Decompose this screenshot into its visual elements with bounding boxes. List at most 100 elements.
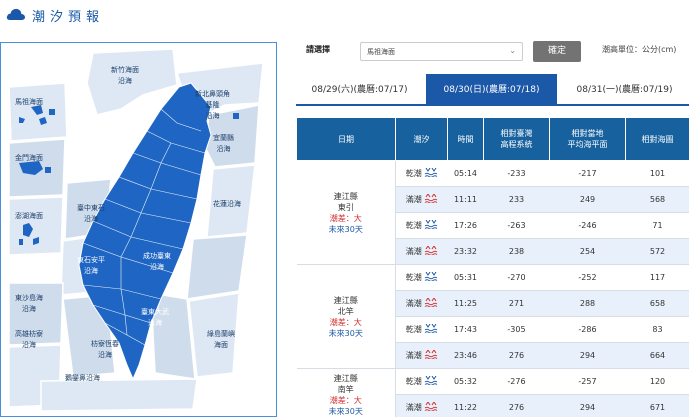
zone-label-keelung: 新北鼻頭角 基隆 沿海 <box>195 90 230 120</box>
tide-type-cell-text: 乾潮 <box>405 377 422 386</box>
header-msl: 相對當地 平均海平面 <box>549 117 626 161</box>
tide-type-cell: 滿潮 <box>395 342 448 369</box>
twvd-cell-text: 271 <box>508 299 525 308</box>
time-cell-text: 11:22 <box>453 403 478 412</box>
tide-type-cell-text: 滿潮 <box>405 299 422 308</box>
zone-label-anping: 東石安平 沿海 <box>77 256 105 275</box>
station-selector-bar: 請選擇 馬祖海面 ⌄ 確定 潮高單位：公分(cm) <box>296 40 700 64</box>
msl-cell-text: 254 <box>579 247 596 256</box>
tab-date-0830[interactable]: 08/30(日)(農曆:07/18) <box>426 74 557 106</box>
chart-datum-cell: 568 <box>625 186 689 213</box>
chart-datum-cell-text: 101 <box>649 169 666 178</box>
tide-type-cell: 滿潮 <box>395 290 448 317</box>
time-cell-text: 17:26 <box>453 221 478 230</box>
tide-type-cell: 滿潮 <box>395 238 448 265</box>
zone-label-kinmen: 金門海面 <box>15 154 43 162</box>
twvd-cell: -276 <box>483 368 550 395</box>
future-30-days-link[interactable]: 未來30天 <box>297 328 396 339</box>
twvd-cell: -270 <box>483 264 550 291</box>
msl-cell-text: 294 <box>579 351 596 360</box>
tide-type-cell: 滿潮 <box>395 186 448 213</box>
msl-cell-text: -217 <box>578 169 597 178</box>
confirm-button[interactable]: 確定 <box>533 41 581 62</box>
station-town: 北竿 <box>337 306 354 316</box>
chart-datum-cell: 572 <box>625 238 689 265</box>
chart-datum-cell: 120 <box>625 368 689 395</box>
msl-cell-text: -257 <box>578 377 597 386</box>
time-cell-text: 05:32 <box>453 377 478 386</box>
msl-cell: 288 <box>549 290 626 317</box>
low-tide-icon <box>424 219 438 231</box>
msl-cell-text: 249 <box>579 195 596 204</box>
time-cell-text: 11:25 <box>453 299 478 308</box>
twvd-cell: -233 <box>483 160 550 187</box>
tide-type-cell-text: 滿潮 <box>405 195 422 204</box>
tide-type-cell: 乾潮 <box>395 160 448 187</box>
twvd-cell-text: 238 <box>508 247 525 256</box>
zone-label-hsinchu: 新竹海面 沿海 <box>111 66 139 85</box>
chart-datum-cell: 117 <box>625 264 689 291</box>
time-cell-text: 05:31 <box>453 273 478 282</box>
cloud-icon <box>6 6 26 26</box>
tide-table-container: 日期 潮汐 時間 相對臺灣 高程系統 相對當地 平均海平面 相對海圖 連江縣 東引 潮差… <box>296 117 689 417</box>
chart-datum-cell-text: 83 <box>652 325 663 334</box>
tide-type-cell: 乾潮 <box>395 316 448 343</box>
tide-type-cell-text: 滿潮 <box>405 403 422 412</box>
msl-cell: 254 <box>549 238 626 265</box>
header-twvd: 相對臺灣 高程系統 <box>483 117 550 161</box>
time-cell: 05:31 <box>447 264 484 291</box>
tide-range-label: 潮差：大 <box>329 395 362 405</box>
chart-datum-cell-text: 117 <box>649 273 666 282</box>
station-select[interactable]: 馬祖海面 ⌄ <box>360 42 523 61</box>
header-tide: 潮汐 <box>395 117 448 161</box>
tab-date-0829[interactable]: 08/29(六)(農曆:07/17) <box>296 74 423 106</box>
zone-penghu[interactable] <box>8 196 64 256</box>
low-tide-icon <box>424 375 438 387</box>
zone-label-lanyu: 綠島蘭嶼 海面 <box>207 330 235 349</box>
msl-cell: 294 <box>549 394 626 417</box>
tab-date-0831[interactable]: 08/31(一)(農曆:07/19) <box>560 74 689 106</box>
time-cell-text: 11:11 <box>453 195 478 204</box>
low-tide-icon <box>424 271 438 283</box>
twvd-cell-text: -276 <box>507 377 526 386</box>
chevron-down-icon: ⌄ <box>509 46 516 55</box>
unit-text: 潮高單位：公分(cm) <box>602 45 677 54</box>
twvd-cell-text: 276 <box>508 351 525 360</box>
future-30-days-link[interactable]: 未來30天 <box>297 406 396 417</box>
zone-label-yilan: 宜蘭縣 沿海 <box>213 134 234 153</box>
chart-datum-cell: 664 <box>625 342 689 369</box>
chart-datum-cell: 671 <box>625 394 689 417</box>
tide-table: 日期 潮汐 時間 相對臺灣 高程系統 相對當地 平均海平面 相對海圖 連江縣 東引 潮差… <box>296 117 689 417</box>
header-chart: 相對海圖 <box>625 117 689 161</box>
tide-type-cell: 乾潮 <box>395 264 448 291</box>
chart-datum-cell: 71 <box>625 212 689 239</box>
twvd-cell: -305 <box>483 316 550 343</box>
station-cell: 連江縣 東引 潮差：大 未來30天 <box>296 160 396 265</box>
high-tide-icon <box>424 349 438 361</box>
twvd-cell-text: -233 <box>507 169 526 178</box>
table-row: 連江縣 北竿 潮差：大 未來30天 乾潮 05:31 -270 -252 117 <box>296 264 689 369</box>
twvd-cell-text: -270 <box>507 273 526 282</box>
time-cell: 11:25 <box>447 290 484 317</box>
msl-cell-text: -246 <box>578 221 597 230</box>
future-30-days-link[interactable]: 未來30天 <box>297 224 396 235</box>
time-cell-text: 23:46 <box>453 351 478 360</box>
station-select-value: 馬祖海面 <box>367 48 395 56</box>
tide-type-cell: 乾潮 <box>395 368 448 395</box>
time-cell: 23:32 <box>447 238 484 265</box>
msl-cell-text: -252 <box>578 273 597 282</box>
chart-datum-cell-text: 120 <box>649 377 666 386</box>
high-tide-icon <box>424 401 438 413</box>
table-header-row: 日期 潮汐 時間 相對臺灣 高程系統 相對當地 平均海平面 相對海圖 <box>296 117 689 161</box>
msl-cell-text: -286 <box>578 325 597 334</box>
select-label: 請選擇 <box>306 45 330 54</box>
time-cell: 05:14 <box>447 160 484 187</box>
twvd-cell: 271 <box>483 290 550 317</box>
twvd-cell: 238 <box>483 238 550 265</box>
zone-chenggong[interactable] <box>186 234 248 300</box>
table-row: 連江縣 東引 潮差：大 未來30天 乾潮 05:14 -233 -217 101 <box>296 160 689 265</box>
low-tide-icon <box>424 167 438 179</box>
time-cell-text: 05:14 <box>453 169 478 178</box>
time-cell: 17:26 <box>447 212 484 239</box>
chart-datum-cell: 658 <box>625 290 689 317</box>
